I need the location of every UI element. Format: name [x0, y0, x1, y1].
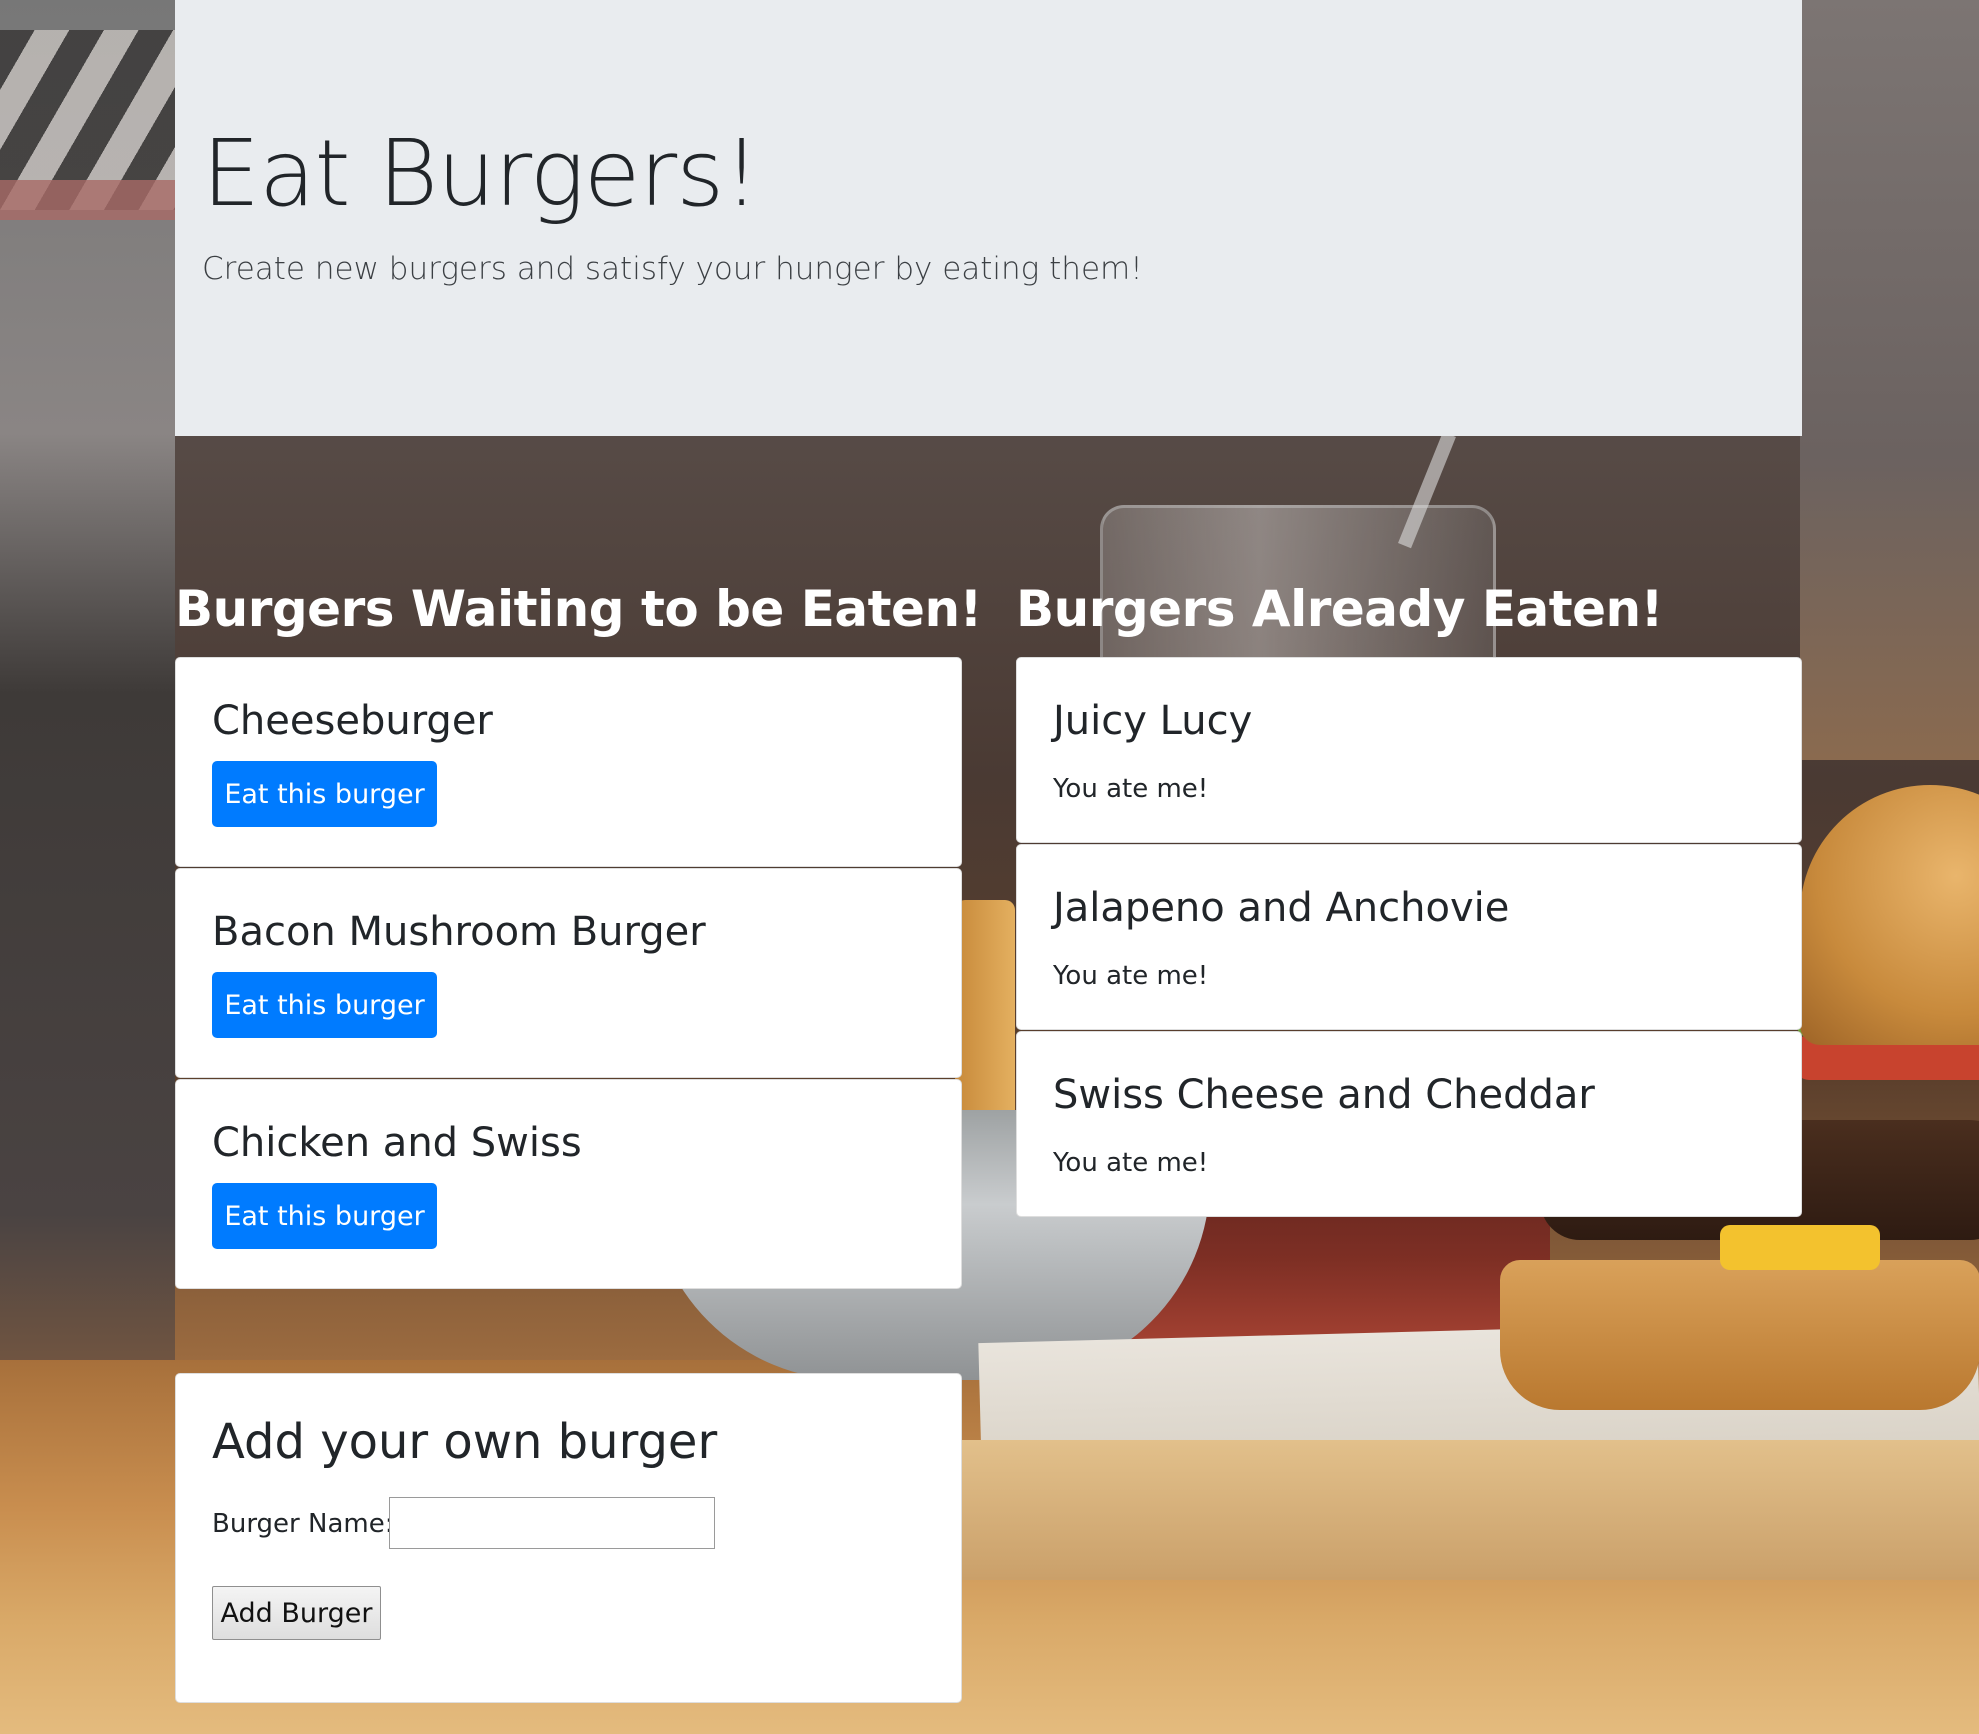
burger-name-input[interactable] — [389, 1497, 715, 1549]
eaten-burger-card: Swiss Cheese and Cheddar You ate me! — [1016, 1031, 1802, 1217]
waiting-burger-card: Bacon Mushroom Burger Eat this burger — [175, 868, 962, 1078]
eat-burger-button[interactable]: Eat this burger — [212, 1183, 437, 1249]
page-title: Eat Burgers! — [202, 120, 760, 227]
waiting-heading: Burgers Waiting to be Eaten! — [175, 580, 982, 638]
burger-name: Bacon Mushroom Burger — [212, 909, 706, 955]
burger-name: Jalapeno and Anchovie — [1053, 885, 1510, 931]
background-burger-cheese — [1720, 1225, 1880, 1270]
add-burger-card: Add your own burger Burger Name: Add Bur… — [175, 1373, 962, 1703]
burger-name: Juicy Lucy — [1053, 698, 1253, 744]
eat-burger-button[interactable]: Eat this burger — [212, 972, 437, 1038]
add-burger-button[interactable]: Add Burger — [212, 1586, 381, 1640]
eaten-heading: Burgers Already Eaten! — [1016, 580, 1663, 638]
background-left-red — [0, 180, 175, 220]
background-burger-bun-bottom — [1500, 1260, 1979, 1410]
eaten-note: You ate me! — [1053, 961, 1209, 991]
page-subtitle: Create new burgers and satisfy your hung… — [202, 251, 1143, 287]
waiting-burger-card: Cheeseburger Eat this burger — [175, 657, 962, 867]
header-jumbotron: Eat Burgers! Create new burgers and sati… — [175, 0, 1802, 436]
burger-name: Cheeseburger — [212, 698, 493, 744]
waiting-burger-card: Chicken and Swiss Eat this burger — [175, 1079, 962, 1289]
burger-name: Chicken and Swiss — [212, 1120, 582, 1166]
burger-name: Swiss Cheese and Cheddar — [1053, 1072, 1595, 1118]
eaten-note: You ate me! — [1053, 1148, 1209, 1178]
background-right-wall — [1800, 0, 1979, 760]
background-board — [960, 1440, 1979, 1580]
burger-name-label: Burger Name: — [212, 1509, 394, 1539]
eaten-burger-card: Jalapeno and Anchovie You ate me! — [1016, 844, 1802, 1030]
eaten-note: You ate me! — [1053, 774, 1209, 804]
eat-burger-button[interactable]: Eat this burger — [212, 761, 437, 827]
eaten-burger-card: Juicy Lucy You ate me! — [1016, 657, 1802, 843]
add-burger-heading: Add your own burger — [212, 1414, 718, 1470]
